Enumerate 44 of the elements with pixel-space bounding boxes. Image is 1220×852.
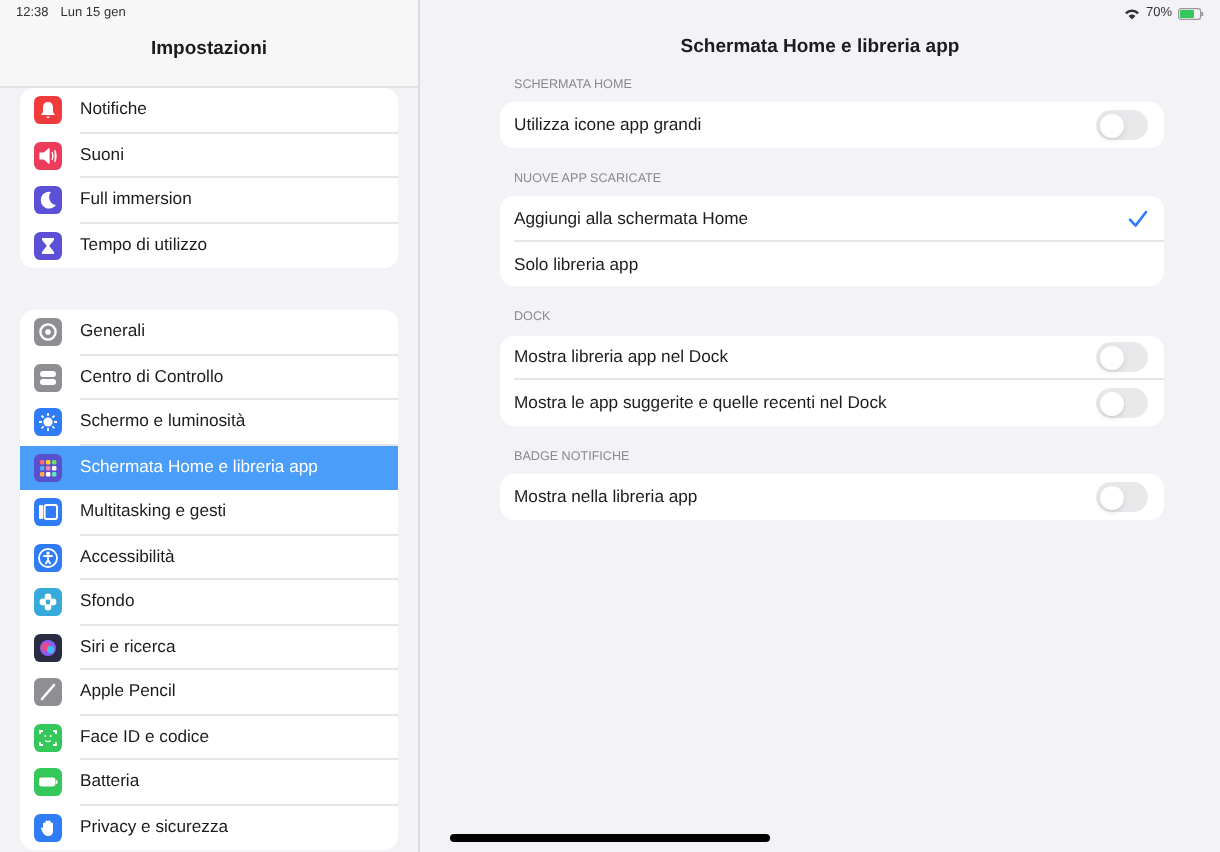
toggle-switch[interactable] (1096, 110, 1148, 141)
sidebar-item[interactable]: Tempo di utilizzo (20, 223, 398, 268)
item-label: Batteria (80, 768, 140, 795)
item-label: Tempo di utilizzo (80, 232, 208, 259)
option-row[interactable]: Solo libreria app (514, 241, 1164, 287)
sidebar-item[interactable]: Suoni (20, 133, 398, 178)
battery-icon (1178, 8, 1204, 20)
sidebar-item[interactable]: Face ID e codice (20, 715, 398, 760)
sidebar-item[interactable]: Sfondo (20, 580, 398, 625)
wifi-icon (1123, 8, 1140, 20)
item-label: Face ID e codice (80, 723, 209, 750)
row-label: Mostra nella libreria app (514, 484, 700, 510)
item-label: Full immersion (80, 186, 192, 213)
item-label: Apple Pencil (80, 678, 176, 705)
item-label: Centro di Controllo (80, 363, 224, 390)
item-label: Notifiche (80, 96, 147, 123)
toggle-switch[interactable] (1096, 482, 1148, 512)
sidebar-item[interactable]: Multitasking e gesti (20, 490, 398, 535)
item-label: Suoni (80, 141, 124, 168)
item-label: Generali (80, 318, 145, 345)
item-label: Multitasking e gesti (80, 498, 227, 525)
sidebar-item[interactable]: Siri e ricerca (20, 625, 398, 670)
sidebar-item[interactable]: Full immersion (20, 178, 398, 223)
row-label: Mostra libreria app nel Dock (514, 344, 730, 370)
item-label: Siri e ricerca (80, 633, 176, 660)
page-title: Schermata Home e libreria app (680, 33, 960, 62)
option-row[interactable]: Aggiungi alla schermata Home (514, 196, 1164, 242)
sidebar-item[interactable]: Accessibilità (20, 535, 398, 580)
sidebar-item[interactable]: Generali (20, 310, 398, 355)
sidebar-item[interactable]: Centro di Controllo (20, 355, 398, 400)
sidebar-item[interactable]: Notifiche (20, 88, 398, 133)
sidebar-item[interactable]: Privacy e sicurezza (20, 805, 398, 850)
toggle-switch[interactable] (1096, 388, 1148, 419)
item-label: Sfondo (80, 588, 135, 615)
sidebar-item[interactable]: Apple Pencil (20, 670, 398, 715)
item-label: Schermata Home e libreria app (80, 454, 318, 481)
row-label: Utilizza icone app grandi (514, 112, 704, 139)
sidebar-title: Impostazioni (150, 36, 268, 65)
item-label: Schermo e luminosità (80, 408, 246, 435)
toggle-switch[interactable] (1096, 342, 1148, 373)
item-label: Accessibilità (80, 543, 175, 570)
item-label: Privacy e sicurezza (80, 814, 229, 841)
sidebar-item[interactable]: Batteria (20, 760, 398, 805)
row-label: Mostra le app suggerite e quelle recenti nel Dock (514, 390, 889, 416)
